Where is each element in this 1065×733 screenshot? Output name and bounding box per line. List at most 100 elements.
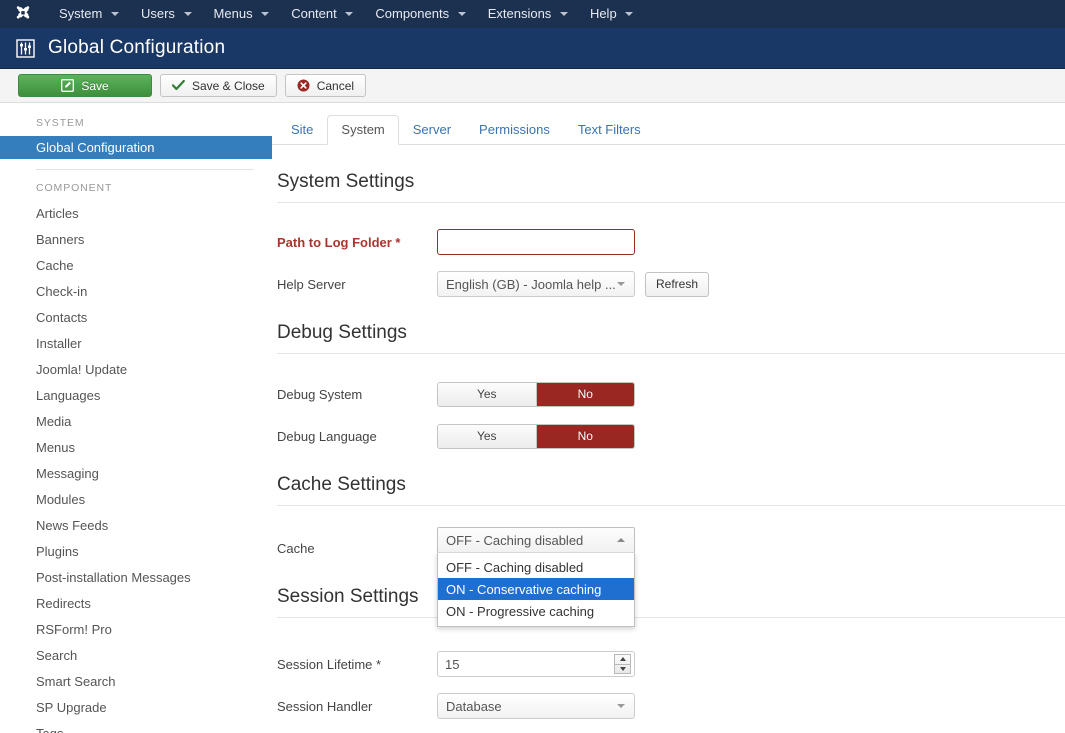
nav-item-label: Components xyxy=(375,6,449,21)
chevron-down-icon xyxy=(345,12,353,16)
debug-language-yes-option[interactable]: Yes xyxy=(438,425,537,448)
main-layout: SYSTEM Global Configuration COMPONENT Ar… xyxy=(0,103,1065,733)
nav-item-system[interactable]: System xyxy=(48,0,130,28)
debug-language-toggle[interactable]: Yes No xyxy=(437,424,635,449)
page-title: Global Configuration xyxy=(48,37,225,59)
joomla-logo-icon[interactable] xyxy=(12,3,34,25)
chevron-down-icon xyxy=(617,282,625,286)
session-handler-selected-value: Database xyxy=(446,699,502,714)
nav-item-help[interactable]: Help xyxy=(579,0,644,28)
chevron-down-icon xyxy=(261,12,269,16)
sidebar: SYSTEM Global Configuration COMPONENT Ar… xyxy=(0,103,272,733)
nav-item-menus[interactable]: Menus xyxy=(203,0,281,28)
sidebar-item-global-configuration[interactable]: Global Configuration xyxy=(0,136,272,159)
session-handler-label: Session Handler xyxy=(277,699,437,714)
session-handler-select[interactable]: Database xyxy=(437,693,635,719)
session-lifetime-decrement-button[interactable] xyxy=(615,665,630,674)
sidebar-item-articles[interactable]: Articles xyxy=(0,201,272,227)
sidebar-item-installer[interactable]: Installer xyxy=(0,331,272,357)
save-button[interactable]: Save xyxy=(18,74,152,97)
sidebar-item-media[interactable]: Media xyxy=(0,409,272,435)
cancel-circle-icon xyxy=(297,79,310,92)
sidebar-item-smart-search[interactable]: Smart Search xyxy=(0,669,272,695)
chevron-down-icon xyxy=(111,12,119,16)
save-and-close-button[interactable]: Save & Close xyxy=(160,74,277,97)
session-lifetime-increment-button[interactable] xyxy=(615,655,630,665)
sidebar-item-tags[interactable]: Tags xyxy=(0,721,272,733)
sidebar-item-languages[interactable]: Languages xyxy=(0,383,272,409)
sidebar-item-news-feeds[interactable]: News Feeds xyxy=(0,513,272,539)
caret-up-icon xyxy=(620,657,626,661)
sidebar-item-redirects[interactable]: Redirects xyxy=(0,591,272,617)
tab-permissions[interactable]: Permissions xyxy=(465,115,564,145)
sidebar-item-modules[interactable]: Modules xyxy=(0,487,272,513)
debug-system-toggle[interactable]: Yes No xyxy=(437,382,635,407)
section-title-session-settings: Session Settings xyxy=(277,586,1065,608)
session-lifetime-label: Session Lifetime * xyxy=(277,657,437,672)
sidebar-item-cache[interactable]: Cache xyxy=(0,253,272,279)
field-row-debug-system: Debug System Yes No xyxy=(277,373,1065,415)
cache-option-on-progressive-caching[interactable]: ON - Progressive caching xyxy=(438,600,634,622)
section-title-system-settings: System Settings xyxy=(277,171,1065,193)
sidebar-item-menus[interactable]: Menus xyxy=(0,435,272,461)
sidebar-item-check-in[interactable]: Check-in xyxy=(0,279,272,305)
path-to-log-folder-input[interactable] xyxy=(437,229,635,255)
save-button-label: Save xyxy=(81,79,108,93)
pencil-square-icon xyxy=(61,79,74,92)
debug-system-label: Debug System xyxy=(277,387,437,402)
field-row-session-lifetime: Session Lifetime * xyxy=(277,643,1065,685)
nav-item-extensions[interactable]: Extensions xyxy=(477,0,579,28)
sidebar-item-rsform-pro[interactable]: RSForm! Pro xyxy=(0,617,272,643)
nav-item-label: Help xyxy=(590,6,617,21)
sidebar-heading-system: SYSTEM xyxy=(0,117,272,136)
sidebar-item-messaging[interactable]: Messaging xyxy=(0,461,272,487)
nav-item-label: System xyxy=(59,6,102,21)
nav-item-users[interactable]: Users xyxy=(130,0,203,28)
help-server-select[interactable]: English (GB) - Joomla help ... xyxy=(437,271,635,297)
tab-system[interactable]: System xyxy=(327,115,398,145)
session-lifetime-input[interactable] xyxy=(437,651,635,677)
debug-language-no-option[interactable]: No xyxy=(537,425,635,448)
sliders-icon xyxy=(14,37,36,59)
tab-site[interactable]: Site xyxy=(277,115,327,145)
chevron-down-icon xyxy=(625,12,633,16)
field-row-help-server: Help Server English (GB) - Joomla help .… xyxy=(277,263,1065,305)
help-server-label: Help Server xyxy=(277,277,437,292)
field-row-cache: Cache OFF - Caching disabled OFF - Cachi… xyxy=(277,527,1065,569)
cache-select-toggle[interactable]: OFF - Caching disabled xyxy=(437,527,635,553)
field-row-session-handler: Session Handler Database xyxy=(277,685,1065,727)
cancel-button[interactable]: Cancel xyxy=(285,74,366,97)
refresh-button[interactable]: Refresh xyxy=(645,272,709,297)
session-lifetime-spin-buttons xyxy=(614,654,631,674)
cache-option-on-conservative-caching[interactable]: ON - Conservative caching xyxy=(438,578,634,600)
chevron-down-icon xyxy=(184,12,192,16)
field-row-path-to-log-folder: Path to Log Folder * xyxy=(277,221,1065,263)
nav-item-content[interactable]: Content xyxy=(280,0,364,28)
chevron-down-icon xyxy=(458,12,466,16)
sidebar-item-post-installation-messages[interactable]: Post-installation Messages xyxy=(0,565,272,591)
chevron-down-icon xyxy=(560,12,568,16)
nav-item-components[interactable]: Components xyxy=(364,0,476,28)
sidebar-item-sp-upgrade[interactable]: SP Upgrade xyxy=(0,695,272,721)
content-area: Site System Server Permissions Text Filt… xyxy=(272,103,1065,733)
chevron-down-icon xyxy=(617,704,625,708)
cache-option-off-caching-disabled[interactable]: OFF - Caching disabled xyxy=(438,556,634,578)
sidebar-heading-component: COMPONENT xyxy=(0,182,272,201)
section-divider xyxy=(277,617,1065,618)
sidebar-item-joomla-update[interactable]: Joomla! Update xyxy=(0,357,272,383)
sidebar-item-plugins[interactable]: Plugins xyxy=(0,539,272,565)
sidebar-item-banners[interactable]: Banners xyxy=(0,227,272,253)
nav-item-label: Menus xyxy=(214,6,253,21)
check-icon xyxy=(172,80,185,91)
tab-text-filters[interactable]: Text Filters xyxy=(564,115,655,145)
help-server-selected-value: English (GB) - Joomla help ... xyxy=(446,277,616,292)
debug-language-label: Debug Language xyxy=(277,429,437,444)
nav-item-label: Users xyxy=(141,6,175,21)
tab-server[interactable]: Server xyxy=(399,115,465,145)
sidebar-item-search[interactable]: Search xyxy=(0,643,272,669)
caret-down-icon xyxy=(620,667,626,671)
debug-system-no-option[interactable]: No xyxy=(537,383,635,406)
debug-system-yes-option[interactable]: Yes xyxy=(438,383,537,406)
session-lifetime-stepper xyxy=(437,651,635,677)
sidebar-item-contacts[interactable]: Contacts xyxy=(0,305,272,331)
